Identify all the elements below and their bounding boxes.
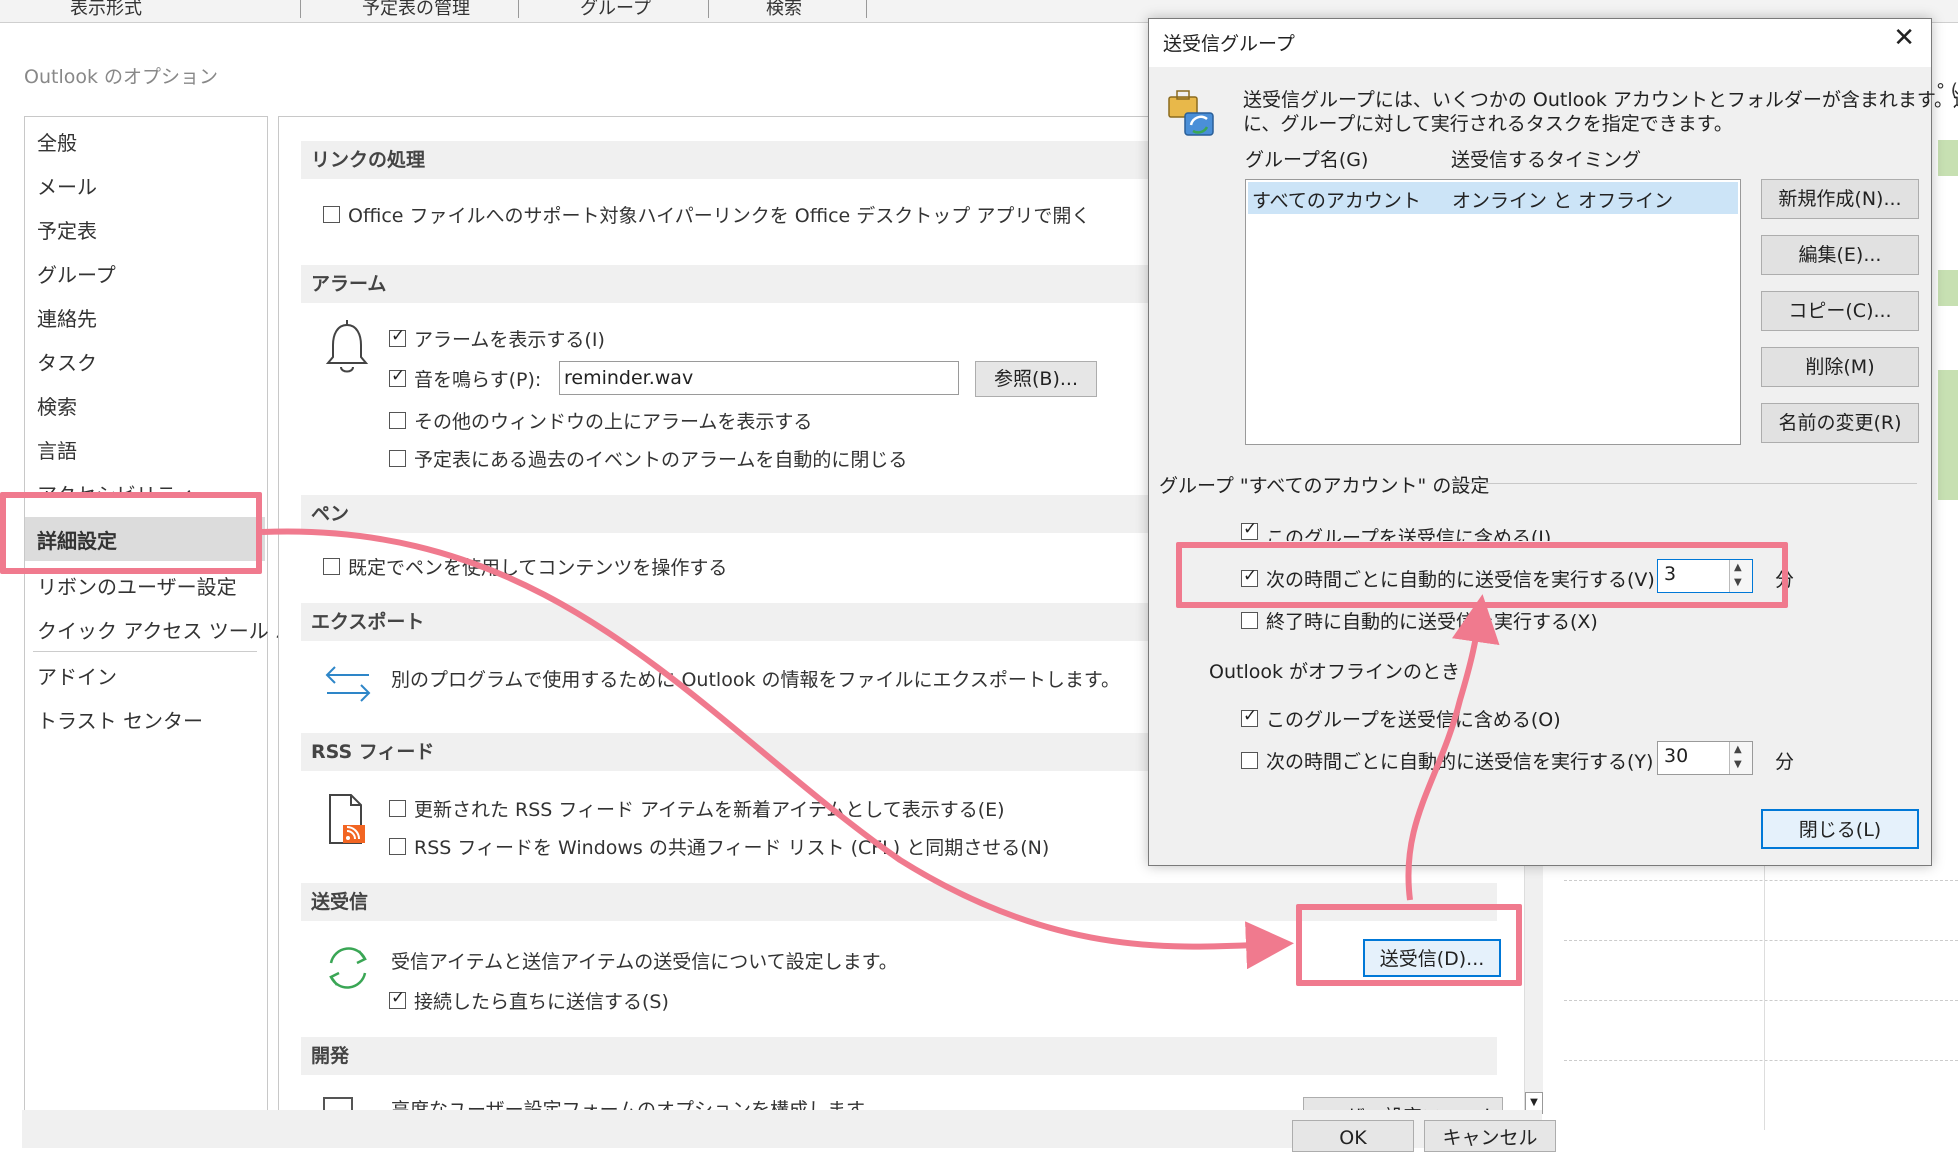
arrow-to-auto-option	[1405, 594, 1500, 901]
arrow-to-send-receive-button	[261, 528, 1294, 970]
annotation-arrows	[261, 528, 1500, 970]
